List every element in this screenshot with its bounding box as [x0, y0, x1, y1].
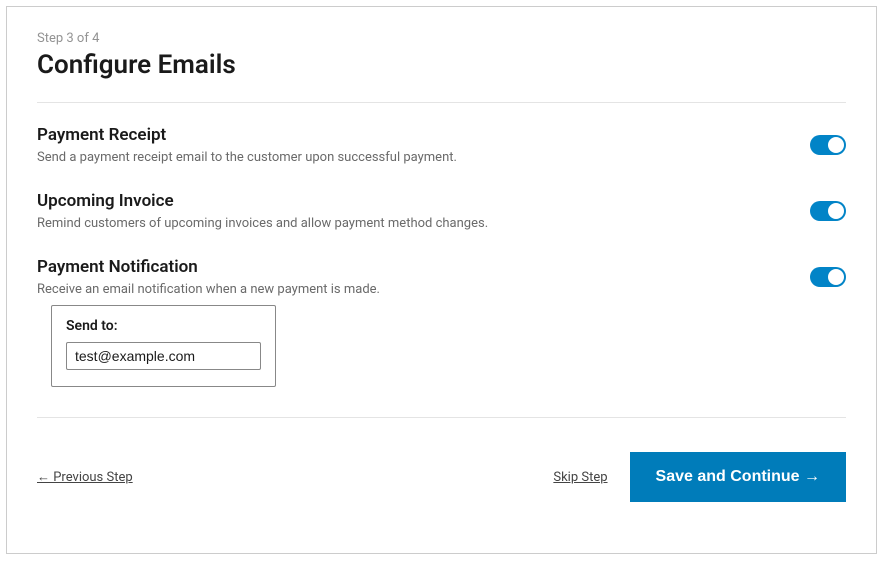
setting-upcoming-invoice: Upcoming Invoice Remind customers of upc…: [37, 191, 846, 231]
save-continue-button[interactable]: Save and Continue →: [630, 452, 846, 502]
step-label: Step 3 of 4: [37, 31, 846, 46]
upcoming-invoice-toggle[interactable]: [810, 201, 846, 221]
divider: [37, 102, 846, 103]
toggle-knob: [828, 137, 844, 153]
skip-step-link[interactable]: Skip Step: [553, 470, 607, 485]
setting-payment-receipt: Payment Receipt Send a payment receipt e…: [37, 125, 846, 165]
setting-text: Upcoming Invoice Remind customers of upc…: [37, 191, 810, 231]
setting-title: Upcoming Invoice: [37, 191, 810, 211]
toggle-knob: [828, 269, 844, 285]
setting-title: Payment Receipt: [37, 125, 810, 145]
setting-desc: Remind customers of upcoming invoices an…: [37, 216, 810, 231]
payment-notification-toggle[interactable]: [810, 267, 846, 287]
send-to-input[interactable]: [66, 342, 261, 370]
setting-payment-notification: Payment Notification Receive an email no…: [37, 257, 846, 297]
send-to-label: Send to:: [66, 318, 261, 334]
wizard-panel: Step 3 of 4 Configure Emails Payment Rec…: [6, 6, 877, 554]
setting-desc: Receive an email notification when a new…: [37, 282, 810, 297]
payment-receipt-toggle[interactable]: [810, 135, 846, 155]
wizard-footer: ← Previous Step Skip Step Save and Conti…: [37, 417, 846, 502]
setting-text: Payment Receipt Send a payment receipt e…: [37, 125, 810, 165]
previous-step-link[interactable]: ← Previous Step: [37, 469, 133, 485]
setting-desc: Send a payment receipt email to the cust…: [37, 150, 810, 165]
setting-title: Payment Notification: [37, 257, 810, 277]
page-title: Configure Emails: [37, 50, 846, 80]
toggle-knob: [828, 203, 844, 219]
setting-text: Payment Notification Receive an email no…: [37, 257, 810, 297]
footer-right: Skip Step Save and Continue →: [553, 452, 846, 502]
send-to-box: Send to:: [51, 305, 276, 387]
